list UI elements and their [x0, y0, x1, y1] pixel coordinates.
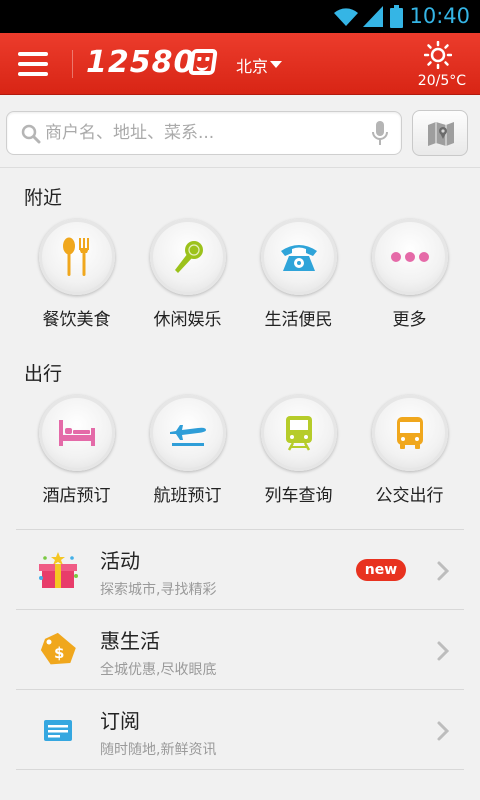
category-entertainment[interactable]: 休闲娱乐	[132, 219, 243, 339]
gift-box-icon	[39, 552, 78, 588]
search-bar	[0, 96, 480, 168]
chevron-right-icon	[437, 641, 450, 661]
category-icon-circle	[372, 395, 448, 471]
microphone-icon[interactable]	[371, 121, 389, 147]
map-icon	[428, 122, 454, 146]
section-title-nearby: 附近	[24, 187, 63, 209]
app-header: 12580 北京 20/5°C	[0, 33, 480, 95]
list-item-subtitle: 随时随地,新鲜资讯	[100, 742, 217, 758]
category-label: 酒店预订	[42, 486, 111, 506]
city-selector[interactable]: 北京	[236, 53, 268, 77]
status-bar: 10:40	[0, 0, 480, 33]
map-button[interactable]	[412, 110, 468, 156]
list-item-title: 惠生活	[100, 629, 160, 653]
fork-spoon-icon	[63, 237, 89, 276]
search-icon	[21, 124, 41, 144]
svg-text:$: $	[54, 644, 64, 662]
category-dining[interactable]: 餐饮美食	[21, 219, 132, 339]
category-label: 公交出行	[375, 486, 444, 506]
category-icon-circle	[39, 395, 115, 471]
coupon-tag-icon: $	[40, 632, 76, 665]
category-hotel[interactable]: 酒店预订	[21, 395, 132, 515]
list-item-subtitle: 探索城市,寻找精彩	[100, 582, 217, 598]
newsletter-icon	[44, 720, 72, 741]
list-item-events[interactable]: 活动 探索城市,寻找精彩 new	[16, 530, 464, 610]
search-box[interactable]	[6, 111, 402, 155]
category-label: 餐饮美食	[42, 310, 111, 330]
category-label: 航班预订	[153, 486, 222, 506]
section-title-travel: 出行	[24, 363, 63, 385]
nearby-row: 餐饮美食 休闲娱乐 生活便民 更多	[0, 219, 480, 339]
category-more[interactable]: 更多	[354, 219, 465, 339]
app-logo: 12580	[86, 45, 196, 80]
airplane-icon	[170, 425, 206, 446]
category-bus[interactable]: 公交出行	[354, 395, 465, 515]
category-flight[interactable]: 航班预订	[132, 395, 243, 515]
category-label: 生活便民	[264, 310, 333, 330]
list-item-deals[interactable]: $ 惠生活 全城优惠,尽收眼底	[16, 610, 464, 690]
list-item-title: 活动	[100, 549, 140, 573]
bed-icon	[59, 420, 95, 446]
category-icon-circle	[39, 219, 115, 295]
list-item-subscribe[interactable]: 订阅 随时随地,新鲜资讯	[16, 690, 464, 770]
telephone-icon	[281, 245, 317, 271]
chevron-right-icon	[437, 561, 450, 581]
category-train[interactable]: 列车查询	[243, 395, 354, 515]
new-badge: new	[356, 559, 406, 581]
travel-row: 酒店预订 航班预订 列车查询 公交出行	[0, 395, 480, 515]
chevron-right-icon	[437, 721, 450, 741]
category-label: 更多	[392, 310, 427, 330]
microphone-icon	[175, 241, 203, 273]
temperature-text[interactable]: 20/5°C	[418, 73, 466, 89]
category-icon-circle	[150, 395, 226, 471]
logo-smiley-icon	[188, 49, 218, 75]
list-item-title: 订阅	[100, 709, 140, 733]
list-divider	[16, 769, 464, 770]
battery-icon	[390, 5, 403, 28]
signal-icon	[363, 6, 383, 27]
category-label: 休闲娱乐	[153, 310, 222, 330]
category-icon-circle	[150, 219, 226, 295]
more-dots-icon	[391, 252, 429, 262]
list-item-subtitle: 全城优惠,尽收眼底	[100, 662, 217, 678]
header-divider	[72, 50, 73, 78]
category-icon-circle	[372, 219, 448, 295]
menu-button[interactable]	[18, 52, 50, 76]
bus-icon	[397, 417, 423, 449]
sun-icon[interactable]	[424, 41, 452, 69]
wifi-icon	[334, 8, 358, 26]
category-services[interactable]: 生活便民	[243, 219, 354, 339]
city-dropdown-icon[interactable]	[270, 61, 282, 68]
train-icon	[286, 416, 312, 451]
category-icon-circle	[261, 219, 337, 295]
search-input[interactable]	[45, 119, 355, 147]
category-icon-circle	[261, 395, 337, 471]
status-time: 10:40	[409, 4, 470, 28]
category-label: 列车查询	[264, 486, 333, 506]
